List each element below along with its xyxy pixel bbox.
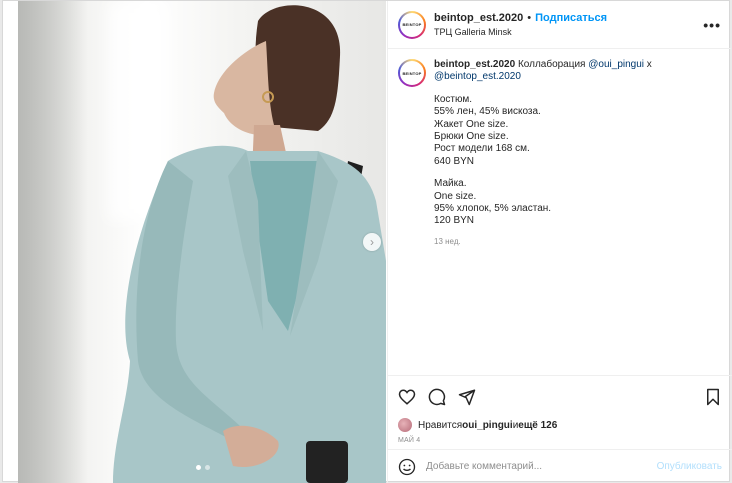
location-link[interactable]: ТРЦ Galleria Minsk [434, 25, 607, 39]
carousel-dot [205, 465, 210, 470]
action-icons [398, 384, 722, 410]
caption-block-1: Костюм. 55% лен, 45% вискоза. Жакет One … [434, 94, 652, 168]
caption-line: 120 BYN [434, 215, 475, 227]
caption-text-mid: x [644, 59, 652, 70]
caption-avatar[interactable]: BEINTOP [398, 59, 426, 87]
caption-line: One size. [434, 190, 477, 202]
header-text: beintop_est.2020 • Подписаться ТРЦ Galleri… [434, 11, 607, 39]
next-photo-button[interactable]: › [363, 233, 381, 251]
emoji-icon[interactable] [398, 458, 416, 476]
post-date: МАЙ 4 [398, 437, 421, 444]
post-photo[interactable] [18, 1, 386, 483]
add-comment-bar: Опубликовать [388, 449, 732, 483]
caption: BEINTOP beintop_est.2020 Коллаборация @o… [398, 59, 721, 248]
caption-line: Брюки One size. [434, 131, 509, 143]
heart-icon[interactable] [398, 388, 416, 406]
caption-line: Майка. [434, 178, 467, 190]
comment-input[interactable] [426, 461, 657, 472]
bookmark-icon[interactable] [704, 388, 722, 406]
comment-icon[interactable] [428, 388, 446, 406]
post-header: BEINTOP beintop_est.2020 • Подписаться ТРЦ… [388, 1, 731, 49]
caption-avatar-label: BEINTOP [400, 61, 424, 85]
caption-line: 95% хлопок, 5% эластан. [434, 203, 552, 215]
likes-prefix: Нравится [418, 419, 463, 431]
caption-line: 640 BYN [434, 155, 475, 167]
caption-line: Рост модели 168 см. [434, 143, 530, 155]
caption-body: beintop_est.2020 Коллаборация @oui_pingu… [434, 59, 652, 248]
publish-button[interactable]: Опубликовать [657, 461, 722, 472]
likes-line: Нравится oui_pingui и ещё 126 [398, 418, 722, 432]
caption-line: Жакет One size. [434, 118, 509, 130]
caption-time: 13 нед. [434, 236, 461, 246]
caption-text-prefix: Коллаборация [517, 59, 589, 70]
author-username[interactable]: beintop_est.2020 [434, 12, 523, 24]
mention-link-2[interactable]: @beintop_est.2020 [434, 71, 652, 83]
author-avatar[interactable]: BEINTOP [398, 10, 426, 39]
follow-button[interactable]: Подписаться [535, 12, 607, 24]
caption-block-2: Майка. One size. 95% хлопок, 5% эластан.… [434, 178, 652, 228]
caption-username[interactable]: beintop_est.2020 [434, 59, 515, 70]
separator-dot: • [527, 11, 532, 24]
more-horizontal-icon[interactable]: ••• [703, 17, 721, 33]
comments-area: BEINTOP beintop_est.2020 Коллаборация @o… [388, 49, 731, 367]
photo-illustration [113, 5, 386, 483]
post-panel: BEINTOP beintop_est.2020 • Подписаться ТРЦ… [387, 1, 732, 483]
caption-first-line: beintop_est.2020 Коллаборация @oui_pingu… [434, 59, 652, 71]
liker-avatar[interactable] [398, 418, 412, 432]
likes-others[interactable]: ещё 126 [518, 420, 557, 431]
liker-username[interactable]: oui_pingui [462, 420, 513, 431]
share-icon[interactable] [458, 388, 476, 406]
post-window: › BEINTOP beintop_est.2020 • Подписаться Т… [2, 0, 732, 483]
action-bar: Нравится oui_pingui и ещё 126 МАЙ 4 [388, 375, 732, 444]
author-avatar-label: BEINTOP [400, 12, 424, 37]
caption-line: 55% лен, 45% вискоза. [434, 106, 541, 118]
header-line: beintop_est.2020 • Подписаться [434, 11, 607, 25]
carousel-dot-active [196, 465, 201, 470]
caption-line: Костюм. [434, 93, 473, 105]
carousel-dots [196, 465, 210, 470]
mention-link-1[interactable]: @oui_pingui [588, 59, 644, 70]
